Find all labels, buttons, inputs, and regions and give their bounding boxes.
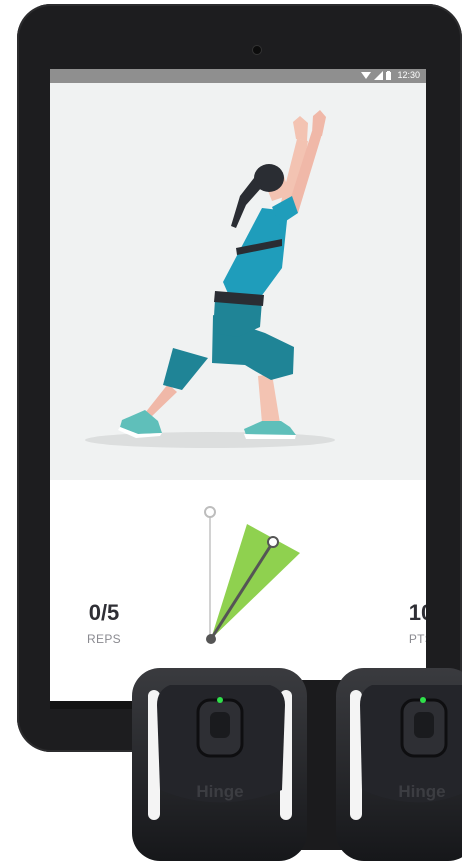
- sensor-pod-right: Hinge: [336, 668, 462, 861]
- led-indicator-right: [420, 697, 426, 703]
- hinge-sensors: Hinge Hinge: [132, 668, 462, 861]
- brand-logo-left: Hinge: [196, 782, 243, 801]
- led-indicator-left: [217, 697, 223, 703]
- brand-logo-right: Hinge: [398, 782, 445, 801]
- sensor-pod-left: Hinge: [132, 668, 307, 861]
